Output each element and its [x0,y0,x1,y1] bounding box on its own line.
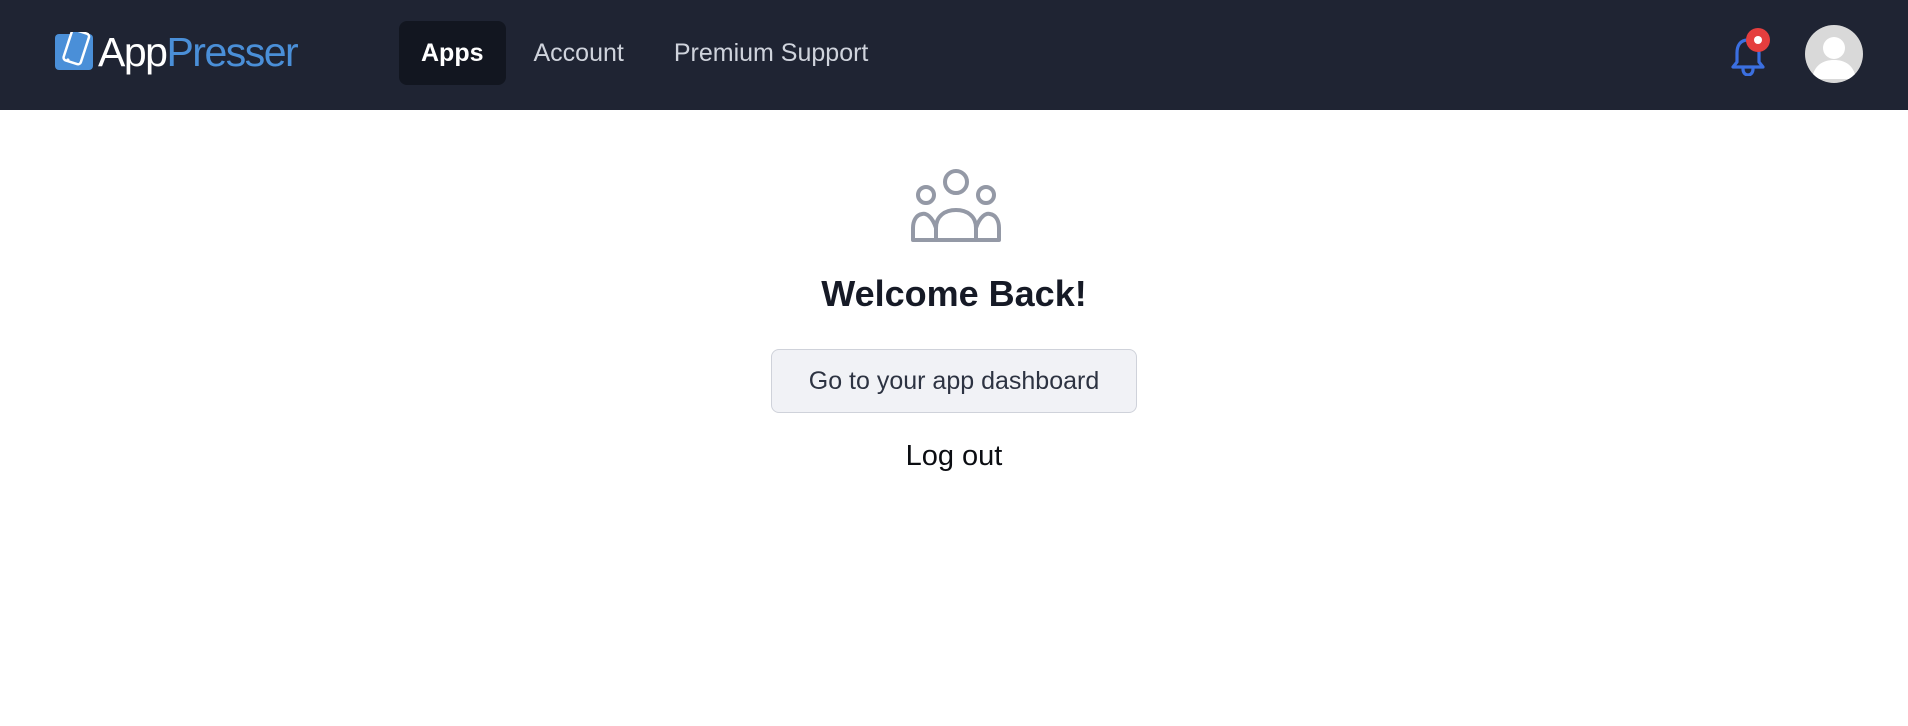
logout-link[interactable]: Log out [906,440,1003,472]
go-to-dashboard-button[interactable]: Go to your app dashboard [771,349,1137,413]
phone-logo-icon [55,32,93,70]
logo-app-text: App [98,29,168,75]
logout-row: Log out [0,440,1908,473]
notification-badge [1746,28,1770,52]
tab-premium-support[interactable]: Premium Support [652,21,891,85]
tab-apps[interactable]: Apps [399,21,506,85]
user-avatar-icon[interactable] [1805,25,1863,83]
top-navbar: AppPresser Apps Account Premium Support [0,0,1908,110]
main-nav: Apps Account Premium Support [399,21,896,85]
user-group-icon [911,169,1001,242]
logo-presser-text: Presser [166,29,298,75]
tab-account[interactable]: Account [512,21,646,85]
page-title: Welcome Back! [821,273,1087,314]
avatar-silhouette [1812,37,1856,79]
logo-wordmark: AppPresser [98,29,299,75]
apppresser-logo[interactable]: AppPresser [55,29,299,75]
